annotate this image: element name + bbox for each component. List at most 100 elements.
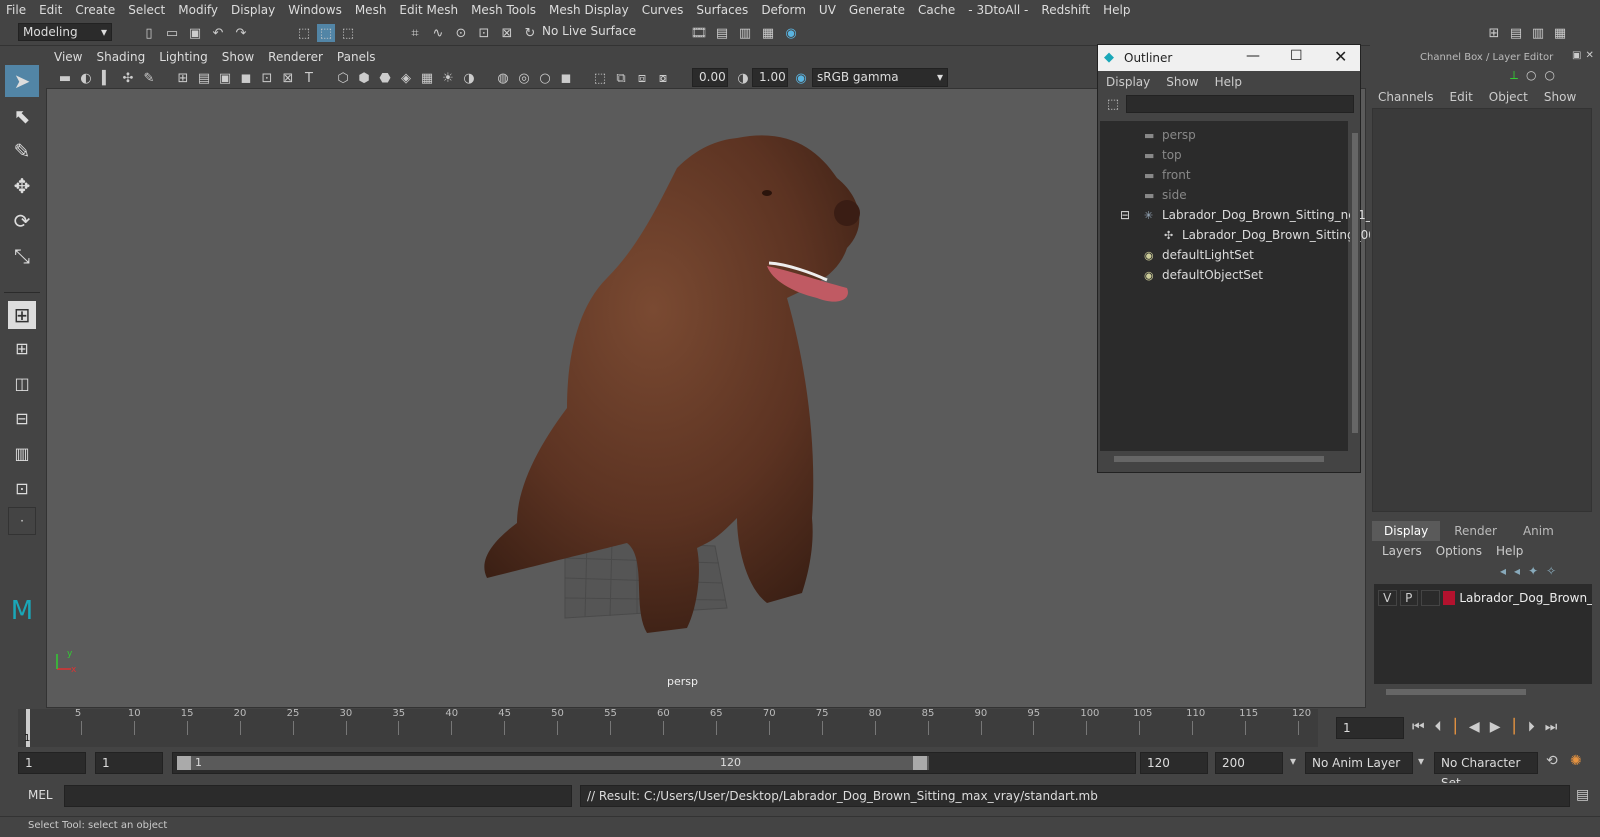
viewport-menu-item[interactable]: Show <box>222 50 254 64</box>
hypershade-icon[interactable]: ◉ <box>782 24 800 42</box>
new-layer-selected-icon[interactable]: ✧ <box>1546 564 1556 578</box>
maximize-icon[interactable]: ☐ <box>1290 48 1303 64</box>
outliner-item[interactable]: ▬ persp <box>1100 125 1348 145</box>
axis-icon[interactable]: ⟂ <box>1510 68 1518 83</box>
render-layout-icon[interactable]: ⊡ <box>5 472 39 504</box>
textured-icon[interactable]: ▦ <box>418 69 436 87</box>
menu-item[interactable]: Curves <box>642 3 684 17</box>
layer-menu-item[interactable]: Help <box>1496 544 1523 558</box>
new-layer-icon[interactable]: ✦ <box>1528 564 1538 578</box>
image-plane-icon[interactable]: ✣ <box>119 69 137 87</box>
open-scene-icon[interactable]: ▭ <box>163 24 181 42</box>
wireframe-icon[interactable]: ⬡ <box>334 69 352 87</box>
layer-playback-toggle[interactable]: P <box>1399 590 1418 606</box>
script-language-toggle[interactable]: MEL <box>28 788 53 802</box>
grid-icon[interactable]: ⊞ <box>174 69 192 87</box>
menu-item[interactable]: Edit Mesh <box>399 3 458 17</box>
channel-menu-item[interactable]: Show <box>1544 90 1576 104</box>
play-back-icon[interactable]: ◀ <box>1469 719 1480 735</box>
attribute-editor-icon[interactable]: ▤ <box>1507 24 1525 42</box>
outliner-hscrollbar[interactable] <box>1100 453 1348 465</box>
graph-layout-icon[interactable]: ⊟ <box>5 402 39 434</box>
menu-item[interactable]: Surfaces <box>696 3 748 17</box>
anim-prefs-icon[interactable]: ✺ <box>1570 753 1582 769</box>
undo-icon[interactable]: ↶ <box>209 24 227 42</box>
go-to-end-icon[interactable]: ⏭ <box>1545 719 1558 735</box>
safe-action-icon[interactable]: ⊠ <box>279 69 297 87</box>
range-slider[interactable]: 1 120 <box>172 752 1136 774</box>
save-scene-icon[interactable]: ▣ <box>186 24 204 42</box>
render-settings-icon[interactable]: ▦ <box>759 24 777 42</box>
outliner-menu-item[interactable]: Show <box>1166 75 1198 89</box>
outliner-menu-item[interactable]: Help <box>1215 75 1242 89</box>
collapse-icon[interactable]: ⊟ <box>1120 208 1130 222</box>
outliner-item[interactable]: ▬ side <box>1100 185 1348 205</box>
menu-item[interactable]: Windows <box>288 3 342 17</box>
snap-point-icon[interactable]: ⊙ <box>452 24 470 42</box>
outliner-item[interactable]: ◉ defaultLightSet <box>1100 245 1348 265</box>
menu-item[interactable]: Select <box>128 3 165 17</box>
time-slider[interactable]: 5 10 15 20 25 30 35 40 45 50 55 60 65 70 75 80 85 90 95 100… <box>0 708 1600 747</box>
minimize-icon[interactable]: — <box>1246 48 1260 64</box>
xray-active-icon[interactable]: ⧇ <box>654 69 672 87</box>
snap-live-icon[interactable]: ↻ <box>521 24 539 42</box>
sync-icon[interactable]: ○ <box>1545 68 1555 83</box>
current-frame-field[interactable]: 1 <box>1336 717 1404 739</box>
play-forward-icon[interactable]: ▶ <box>1490 719 1501 735</box>
layer-hscrollbar[interactable] <box>1374 686 1592 698</box>
lasso-tool-icon[interactable]: ⬉ <box>5 100 39 132</box>
select-tool-icon[interactable]: ➤ <box>5 65 39 97</box>
smooth-shade-icon[interactable]: ⬢ <box>355 69 373 87</box>
filter-icon[interactable]: ⬚ <box>1104 95 1122 113</box>
move-layer-down-icon[interactable]: ◂ <box>1514 564 1520 578</box>
animation-start-field[interactable]: 1 <box>18 752 86 774</box>
float-icon[interactable]: ▣ <box>1572 50 1581 61</box>
gamma-field[interactable]: 1.00 <box>752 68 788 87</box>
display-layer-row[interactable]: V P Labrador_Dog_Brown_Si <box>1374 588 1592 608</box>
toggle-icon[interactable]: ○ <box>1526 68 1536 83</box>
select-hierarchy-icon[interactable]: ⬚ <box>295 24 313 42</box>
close-icon[interactable]: ✕ <box>1585 50 1593 61</box>
color-management-icon[interactable]: ◉ <box>792 69 810 87</box>
rotate-tool-icon[interactable]: ⟳ <box>5 205 39 237</box>
layer-color-swatch[interactable] <box>1442 591 1456 605</box>
menu-item[interactable]: Create <box>75 3 115 17</box>
menu-item[interactable]: Deform <box>761 3 806 17</box>
viewport-menu-item[interactable]: View <box>54 50 82 64</box>
layer-menu-item[interactable]: Layers <box>1382 544 1422 558</box>
chevron-down-icon[interactable]: ▾ <box>1418 754 1424 768</box>
channel-list[interactable] <box>1372 108 1592 512</box>
menu-item[interactable]: UV <box>819 3 836 17</box>
motion-blur-icon[interactable]: ◎ <box>515 69 533 87</box>
select-component-icon[interactable]: ⬚ <box>339 24 357 42</box>
channel-box-icon[interactable]: ▦ <box>1551 24 1569 42</box>
menu-item[interactable]: Generate <box>849 3 905 17</box>
depth-field-icon[interactable]: ◼ <box>557 69 575 87</box>
script-editor-icon[interactable]: ▤ <box>1576 787 1589 803</box>
isolate-icon[interactable]: ⬚ <box>591 69 609 87</box>
new-scene-icon[interactable]: ▯ <box>140 24 158 42</box>
snap-view-icon[interactable]: ⊡ <box>475 24 493 42</box>
snap-surface-icon[interactable]: ⊠ <box>498 24 516 42</box>
outliner-vscrollbar[interactable] <box>1350 121 1360 451</box>
grease-pencil-icon[interactable]: ✎ <box>140 69 158 87</box>
anim-layer-dropdown[interactable]: No Anim Layer <box>1305 752 1413 774</box>
select-object-icon[interactable]: ⬚ <box>317 24 335 42</box>
menu-item[interactable]: Cache <box>918 3 955 17</box>
resolution-gate-icon[interactable]: ▣ <box>216 69 234 87</box>
viewport-menu-item[interactable]: Shading <box>96 50 145 64</box>
range-handle[interactable] <box>913 756 927 770</box>
viewport-menu-item[interactable]: Panels <box>337 50 376 64</box>
single-pane-icon[interactable]: ⊞ <box>8 301 36 329</box>
menu-item[interactable]: Edit <box>39 3 62 17</box>
step-forward-icon[interactable]: ⏵ <box>1528 719 1535 735</box>
menu-item[interactable]: Help <box>1103 3 1130 17</box>
menu-item[interactable]: File <box>6 3 26 17</box>
menu-item[interactable]: Mesh <box>355 3 387 17</box>
menu-item[interactable]: Modify <box>178 3 218 17</box>
auto-key-icon[interactable]: ⟲ <box>1546 753 1558 769</box>
camera-attr-icon[interactable]: ◐ <box>77 69 95 87</box>
range-handle-left[interactable] <box>177 756 191 770</box>
field-chart-icon[interactable]: ⊡ <box>258 69 276 87</box>
menu-item[interactable]: Display <box>231 3 275 17</box>
